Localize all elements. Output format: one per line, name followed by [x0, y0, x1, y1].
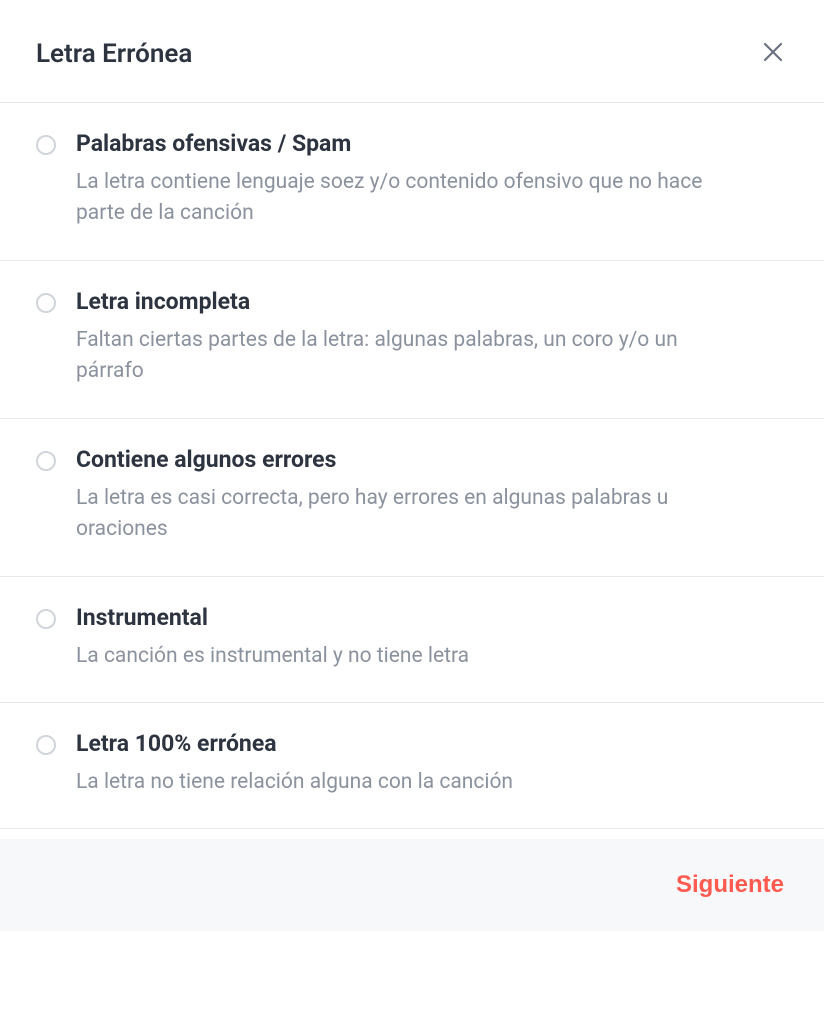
- option-content: Letra 100% errónea La letra no tiene rel…: [76, 729, 788, 798]
- radio-icon: [36, 293, 56, 313]
- option-instrumental[interactable]: Instrumental La canción es instrumental …: [0, 577, 824, 703]
- option-title: Palabras ofensivas / Spam: [76, 129, 788, 159]
- option-content: Letra incompleta Faltan ciertas partes d…: [76, 287, 788, 388]
- option-desc: La letra es casi correcta, pero hay erro…: [76, 483, 736, 546]
- dialog-footer: Siguiente: [0, 839, 824, 931]
- dialog-header: Letra Errónea: [0, 0, 824, 103]
- option-some-errors[interactable]: Contiene algunos errores La letra es cas…: [0, 419, 824, 577]
- option-content: Contiene algunos errores La letra es cas…: [76, 445, 788, 546]
- option-desc: La canción es instrumental y no tiene le…: [76, 641, 736, 673]
- option-fully-wrong[interactable]: Letra 100% errónea La letra no tiene rel…: [0, 703, 824, 829]
- option-title: Letra incompleta: [76, 287, 788, 317]
- radio-icon: [36, 609, 56, 629]
- option-incomplete[interactable]: Letra incompleta Faltan ciertas partes d…: [0, 261, 824, 419]
- option-offensive-spam[interactable]: Palabras ofensivas / Spam La letra conti…: [0, 103, 824, 261]
- option-title: Instrumental: [76, 603, 788, 633]
- next-button[interactable]: Siguiente: [676, 871, 784, 899]
- option-desc: La letra no tiene relación alguna con la…: [76, 767, 736, 799]
- option-title: Letra 100% errónea: [76, 729, 788, 759]
- dialog-title: Letra Errónea: [36, 39, 192, 69]
- radio-icon: [36, 735, 56, 755]
- radio-icon: [36, 451, 56, 471]
- option-title: Contiene algunos errores: [76, 445, 788, 475]
- option-desc: Faltan ciertas partes de la letra: algun…: [76, 325, 736, 388]
- radio-icon: [36, 135, 56, 155]
- close-icon: [762, 38, 784, 69]
- close-button[interactable]: [758, 36, 788, 72]
- option-content: Palabras ofensivas / Spam La letra conti…: [76, 129, 788, 230]
- option-content: Instrumental La canción es instrumental …: [76, 603, 788, 672]
- option-desc: La letra contiene lenguaje soez y/o cont…: [76, 167, 736, 230]
